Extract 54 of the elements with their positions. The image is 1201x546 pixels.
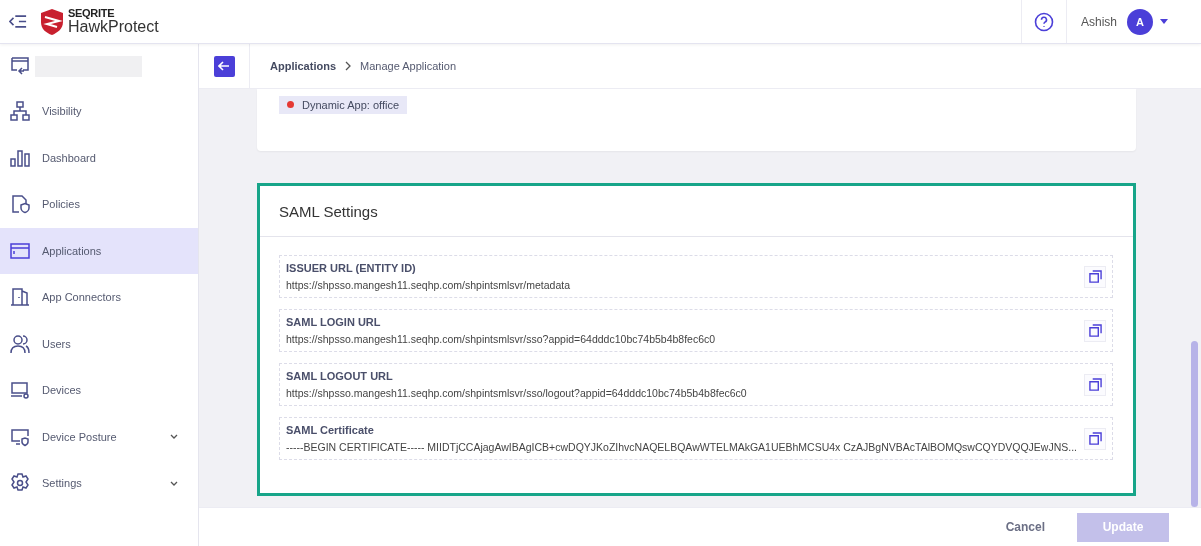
sidebar-item[interactable]: Users <box>0 320 198 367</box>
copy-button[interactable] <box>1084 427 1106 450</box>
user-avatar[interactable]: A <box>1127 8 1153 35</box>
sidebar-item[interactable]: Dashboard <box>0 134 198 181</box>
help-icon[interactable] <box>1033 11 1054 32</box>
field-label: ISSUER URL (ENTITY ID) <box>286 262 417 274</box>
chevron-down-icon <box>170 480 178 486</box>
back-button[interactable] <box>213 55 235 77</box>
copy-icon <box>1088 432 1102 445</box>
laptop-gear-icon <box>10 380 30 401</box>
scrollbar-thumb[interactable] <box>1191 341 1198 507</box>
chevron-down-icon <box>170 434 178 440</box>
copy-icon <box>1088 324 1102 337</box>
copy-icon <box>1088 270 1102 283</box>
copy-button[interactable] <box>1084 265 1106 288</box>
shield-logo-icon <box>39 7 65 36</box>
section-title: SAML Settings <box>279 202 378 220</box>
gear-icon <box>10 473 30 494</box>
copy-icon <box>1088 378 1102 391</box>
monitor-shield-icon <box>10 426 30 447</box>
sidebar-item[interactable]: Device Posture <box>0 413 198 460</box>
bar-chart-icon <box>10 147 30 168</box>
sidebar-item[interactable]: Policies <box>0 181 198 228</box>
field-label: SAML LOGOUT URL <box>286 370 394 382</box>
field-value: -----BEGIN CERTIFICATE----- MIIDTjCCAjagAwIBAgICB+cwDQYJKoZIhvcNAQELBQAwWTELMAkGA1UEBhMCSU4x CzAJBgNVBAcTAlBOMQswCQYDVQQJEwJNS... <box>286 441 1079 453</box>
browser-window-icon <box>10 240 30 261</box>
door-icon <box>10 287 30 308</box>
field-label: SAML Certificate <box>286 424 375 436</box>
users-icon <box>10 333 30 354</box>
sidebar-item[interactable]: Devices <box>0 367 198 414</box>
sidebar-item[interactable]: App Connectors <box>0 274 198 321</box>
menu-collapse-icon[interactable] <box>9 14 27 29</box>
hierarchy-icon <box>10 101 30 122</box>
sidebar-item[interactable]: Visibility <box>0 88 198 135</box>
document-shield-icon <box>10 194 30 215</box>
sidebar-item[interactable]: Settings <box>0 460 198 507</box>
brand-name: SEQRITE <box>68 8 115 19</box>
arrow-left-icon <box>218 61 230 71</box>
breadcrumb-link[interactable]: Applications <box>270 60 336 72</box>
field-value: https://shpsso.mangesh11.seqhp.com/shpintsmlsvr/metadata <box>286 279 572 291</box>
field-value: https://shpsso.mangesh11.seqhp.com/shpintsmlsvr/sso/logout?appid=64dddc10bc74b5b4b8fec6c0 <box>286 387 748 399</box>
field-value: https://shpsso.mangesh11.seqhp.com/shpintsmlsvr/sso?appid=64dddc10bc74b5b4b8fec6c0 <box>286 333 717 345</box>
copy-button[interactable] <box>1084 373 1106 396</box>
copy-button[interactable] <box>1084 319 1106 342</box>
cancel-button[interactable]: Cancel <box>999 519 1051 535</box>
user-name[interactable]: Ashish <box>1080 14 1117 29</box>
caret-icon[interactable] <box>1160 19 1168 24</box>
field-label: SAML LOGIN URL <box>286 316 382 328</box>
chevron-right-icon <box>345 61 351 71</box>
breadcrumb-current: Manage Application <box>360 60 457 72</box>
tag-label: Dynamic App: office <box>302 98 399 111</box>
product-name: HawkProtect <box>68 19 159 35</box>
sidebar-item[interactable]: Applications <box>0 227 198 274</box>
workspace-icon <box>10 56 30 76</box>
